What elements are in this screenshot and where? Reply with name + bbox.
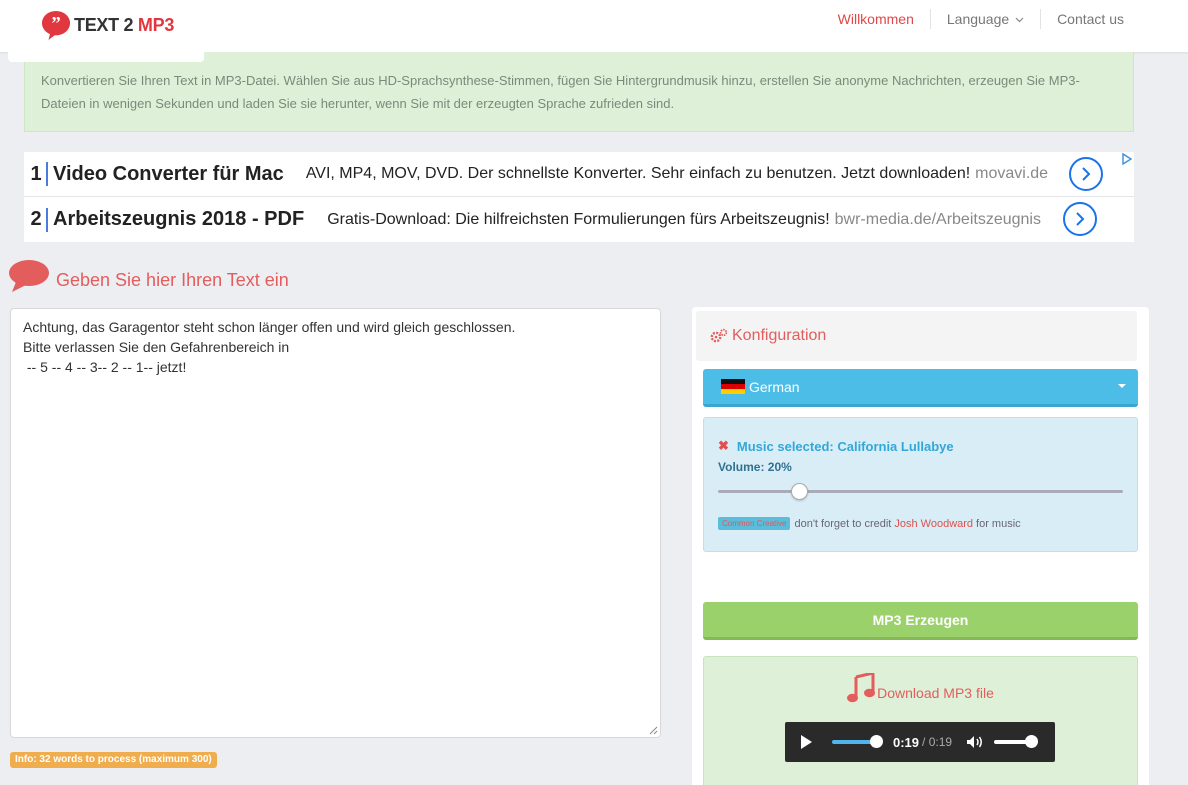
- volume-icon[interactable]: [966, 735, 984, 749]
- caret-down-icon: [1118, 384, 1126, 388]
- volume-slider[interactable]: [718, 483, 1123, 500]
- ad-title[interactable]: Video Converter für Mac: [53, 163, 284, 186]
- gears-icon: [710, 328, 728, 343]
- ad-number: 2: [30, 208, 42, 230]
- volume-knob[interactable]: [1025, 735, 1039, 748]
- nav-contact[interactable]: Contact us: [1040, 9, 1140, 29]
- ad-arrow-button[interactable]: [1063, 202, 1097, 236]
- music-selected-text: Music selected: California Lullabye: [736, 438, 954, 454]
- ad-title[interactable]: Arbeitszeugnis 2018 - PDF: [53, 208, 304, 231]
- text-line: Achtung, das Garagentor steht schon läng…: [23, 319, 516, 335]
- download-panel: Download MP3 file 0:19 / 0:19: [703, 656, 1138, 785]
- speech-bubble-icon: [9, 260, 49, 292]
- seek-knob[interactable]: [870, 735, 883, 748]
- cc-badge[interactable]: Common Creative: [718, 517, 791, 530]
- seek-bar[interactable]: [832, 735, 883, 748]
- play-icon[interactable]: [801, 735, 812, 749]
- config-heading-text: Konfiguration: [732, 327, 827, 344]
- duration: / 0:19: [922, 735, 953, 749]
- text-input-area[interactable]: Achtung, das Garagentor steht schon läng…: [10, 308, 661, 738]
- intro-box: Konvertieren Sie Ihren Text in MP3-Datei…: [24, 52, 1134, 132]
- nav-language-label: Language: [946, 11, 1010, 27]
- chevron-right-icon: [1082, 167, 1091, 181]
- volume-slider-thumb[interactable]: [791, 483, 808, 500]
- input-heading: Geben Sie hier Ihren Text ein: [8, 258, 289, 294]
- ad-divider: [46, 207, 48, 232]
- credit-pre: don't forget to credit: [794, 517, 892, 530]
- audio-player: 0:19 / 0:19: [785, 722, 1055, 762]
- generate-mp3-button[interactable]: MP3 Erzeugen: [703, 602, 1138, 640]
- main-nav: Willkommen Language Contact us: [822, 0, 1140, 38]
- german-flag-icon: [721, 379, 745, 394]
- chevron-right-icon: [1076, 212, 1085, 226]
- nav-willkommen[interactable]: Willkommen: [822, 9, 930, 29]
- credit-post: for music: [976, 517, 1021, 530]
- resize-handle-icon[interactable]: [648, 725, 658, 735]
- site-logo[interactable]: ” TEXT 2 MP3: [40, 10, 174, 40]
- ad-block: 1 Video Converter für Mac AVI, MP4, MOV,…: [24, 152, 1134, 242]
- config-panel: Konfiguration German ✖ Music selected: C…: [692, 307, 1149, 785]
- music-selected: ✖ Music selected: California Lullabye: [718, 438, 954, 454]
- ad-description: Gratis-Download: Die hilfreichsten Formu…: [327, 210, 830, 228]
- text-line: -- 5 -- 4 -- 3-- 2 -- 1-- jetzt!: [23, 359, 187, 375]
- ad-row[interactable]: 2 Arbeitszeugnis 2018 - PDF Gratis-Downl…: [24, 197, 1134, 242]
- download-link[interactable]: Download MP3 file: [704, 673, 1137, 703]
- quote-bubble-icon: ”: [41, 10, 71, 40]
- logo-text: TEXT 2 MP3: [74, 14, 175, 35]
- current-time: 0:19: [893, 734, 920, 750]
- ad-description: AVI, MP4, MOV, DVD. Der schnellste Konve…: [305, 165, 971, 182]
- input-heading-text: Geben Sie hier Ihren Text ein: [56, 269, 289, 290]
- nav-language[interactable]: Language: [929, 9, 1040, 29]
- chevron-down-icon: [1015, 17, 1024, 23]
- word-count-badge: Info: 32 words to process (maximum 300): [10, 752, 217, 768]
- download-label: Download MP3 file: [877, 685, 994, 701]
- music-panel: ✖ Music selected: California Lullabye Vo…: [703, 417, 1138, 552]
- language-select-value: German: [749, 378, 800, 395]
- music-note-icon: [847, 673, 876, 703]
- text-line: Bitte verlassen Sie den Gefahrenbereich …: [23, 339, 290, 355]
- credit-line: Common Creative don't forget to credit J…: [718, 517, 1021, 530]
- ad-number: 1: [30, 162, 42, 185]
- credit-author-link[interactable]: Josh Woodward: [894, 518, 973, 530]
- ad-url[interactable]: bwr-media.de/Arbeitszeugnis: [835, 211, 1041, 229]
- remove-music-icon[interactable]: ✖: [718, 438, 729, 454]
- ad-arrow-button[interactable]: [1069, 157, 1103, 191]
- language-select[interactable]: German: [703, 369, 1138, 407]
- config-heading: Konfiguration: [696, 311, 1137, 361]
- ad-url[interactable]: movavi.de: [975, 165, 1048, 183]
- svg-text:”: ”: [51, 14, 60, 35]
- volume-bar[interactable]: [994, 735, 1039, 748]
- ad-divider: [46, 162, 48, 186]
- volume-label: Volume: 20%: [718, 460, 792, 474]
- ad-row[interactable]: 1 Video Converter für Mac AVI, MP4, MOV,…: [24, 152, 1134, 197]
